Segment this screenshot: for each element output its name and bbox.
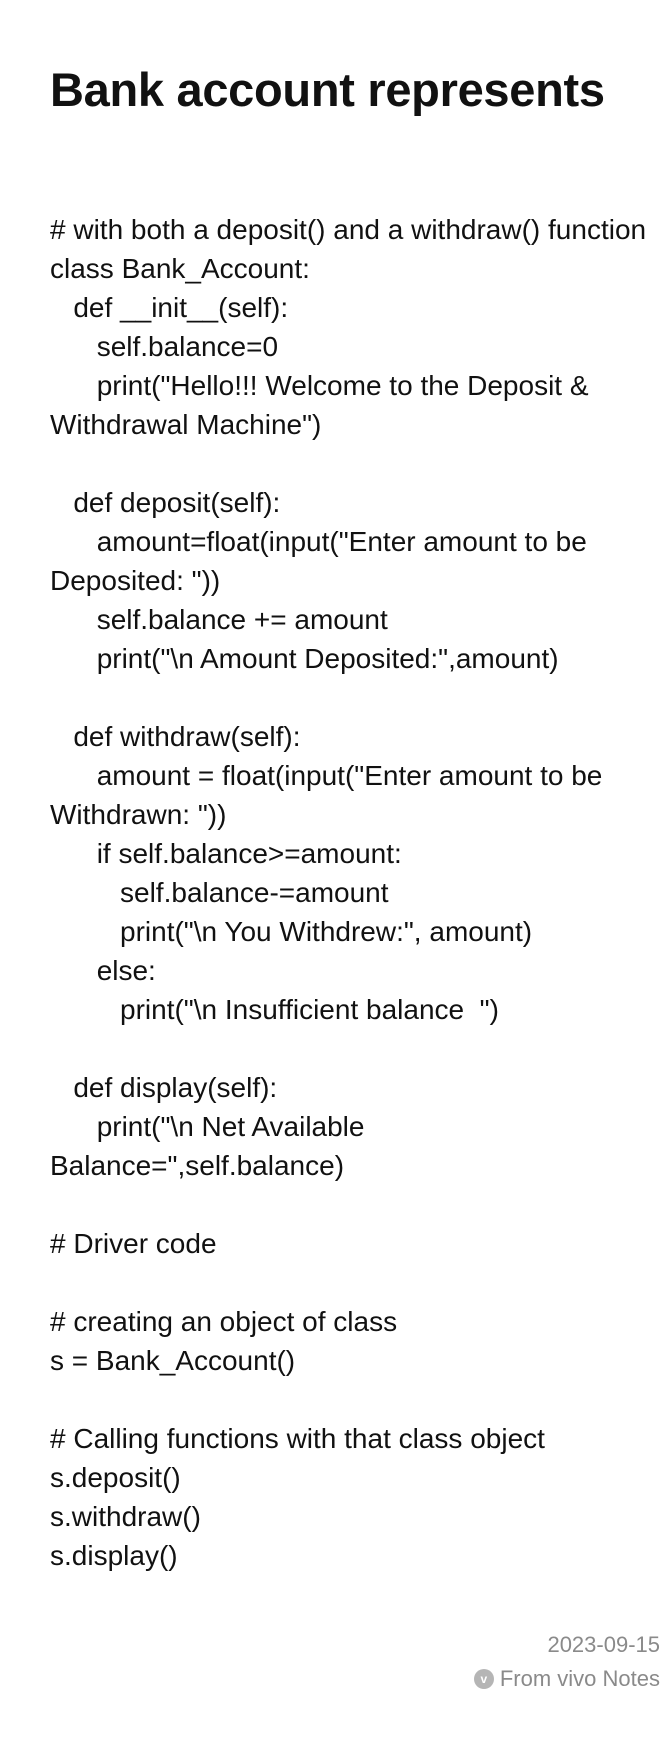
note-body: # with both a deposit() and a withdraw()… — [50, 210, 650, 1575]
code-line: print("\n You Withdrew:", amount) — [50, 916, 533, 947]
code-line: def display(self): — [50, 1072, 278, 1103]
code-line: # Calling functions with that class obje… — [50, 1423, 545, 1454]
code-line: print("\n Insufficient balance ") — [50, 994, 499, 1025]
code-line: def __init__(self): — [50, 292, 289, 323]
note-date: 2023-09-15 — [547, 1632, 660, 1657]
code-line: else: — [50, 955, 156, 986]
code-line: amount=float(input("Enter amount to be D… — [50, 526, 595, 596]
note-source-label: From vivo Notes — [499, 1666, 660, 1691]
code-line: if self.balance>=amount: — [50, 838, 402, 869]
code-line: s.deposit() — [50, 1462, 181, 1493]
code-line: # creating an object of class — [50, 1306, 398, 1337]
code-line: print("\n Net Available Balance=",self.b… — [50, 1111, 373, 1181]
code-line: def deposit(self): — [50, 487, 281, 518]
note-source: v From vivo Notes — [473, 1662, 660, 1696]
code-line: # Driver code — [50, 1228, 217, 1259]
code-line: s.display() — [50, 1540, 178, 1571]
code-line: amount = float(input("Enter amount to be… — [50, 760, 611, 830]
code-line: s = Bank_Account() — [50, 1345, 296, 1376]
code-line: self.balance-=amount — [50, 877, 389, 908]
code-line: s.withdraw() — [50, 1501, 201, 1532]
note-title: Bank account represents — [50, 63, 605, 116]
code-line: def withdraw(self): — [50, 721, 301, 752]
code-line: self.balance=0 — [50, 331, 279, 362]
note-content: Bank account represents # with both a de… — [50, 0, 650, 1575]
code-line: print("Hello!!! Welcome to the Deposit &… — [50, 370, 597, 440]
code-line: # with both a deposit() and a withdraw()… — [50, 214, 647, 245]
code-line: print("\n Amount Deposited:",amount) — [50, 643, 559, 674]
code-line: class Bank_Account: — [50, 253, 310, 284]
note-footer: 2023-09-15 v From vivo Notes — [473, 1628, 660, 1696]
vivo-logo-icon: v — [473, 1669, 494, 1689]
code-line: self.balance += amount — [50, 604, 388, 635]
